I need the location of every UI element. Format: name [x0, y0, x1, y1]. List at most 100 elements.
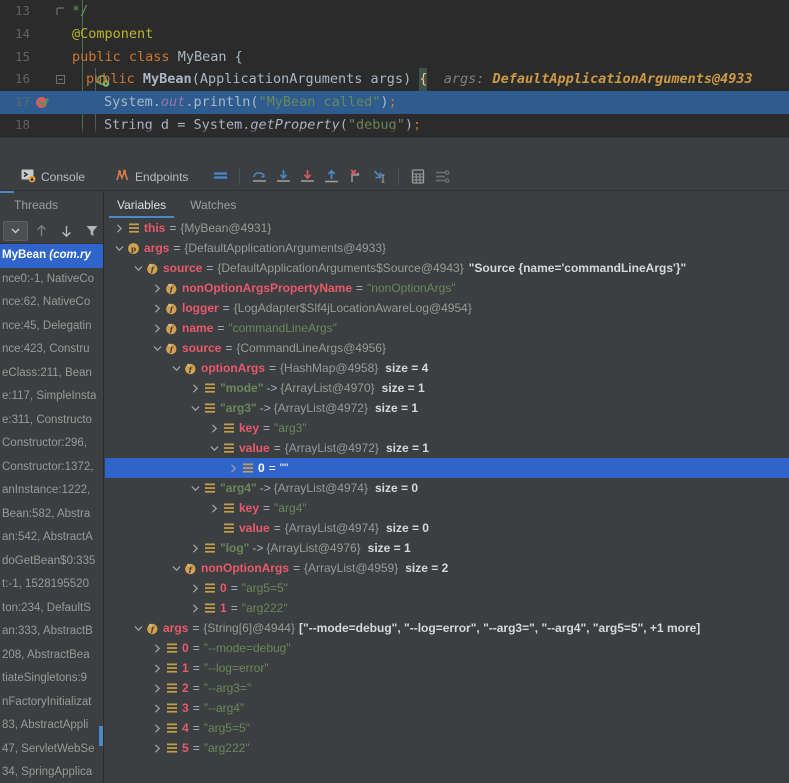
- variable-row[interactable]: 0 = "arg5=5": [105, 578, 789, 598]
- variable-row[interactable]: 0 = "": [105, 458, 789, 478]
- frame-row[interactable]: nce0:-1, NativeCo: [0, 268, 103, 292]
- chevron-down-icon[interactable]: [189, 478, 202, 498]
- editor-line[interactable]: 18 String d = System. getProperty("debug"…: [0, 114, 789, 137]
- editor-line[interactable]: 16 @ public MyBean(ApplicationArguments …: [0, 68, 789, 111]
- step-into-button[interactable]: [272, 166, 294, 188]
- code-editor[interactable]: 13 */ 14 @Component 15 public class MyBe…: [0, 0, 789, 137]
- chevron-right-icon[interactable]: [189, 538, 202, 558]
- variable-row[interactable]: "log" -> {ArrayList@4976} size = 1: [105, 538, 789, 558]
- frame-row[interactable]: 34, SpringApplica: [0, 761, 103, 783]
- variable-row[interactable]: 0 = "--mode=debug": [105, 638, 789, 658]
- variable-row[interactable]: 3 = "--arg4": [105, 698, 789, 718]
- layout-settings-icon[interactable]: [431, 166, 453, 188]
- chevron-right-icon[interactable]: [151, 698, 164, 718]
- chevron-right-icon[interactable]: [151, 298, 164, 318]
- soft-wrap-button[interactable]: [209, 166, 231, 188]
- chevron-right-icon[interactable]: [189, 598, 202, 618]
- frame-row[interactable]: eClass:211, Bean: [0, 362, 103, 386]
- editor-debugger-splitter[interactable]: [0, 137, 789, 163]
- variable-row[interactable]: value = {ArrayList@4974} size = 0: [105, 518, 789, 538]
- drop-frame-button[interactable]: [344, 166, 366, 188]
- frames-toolbar[interactable]: [0, 218, 103, 244]
- frame-row[interactable]: MyBean (com.ry: [0, 244, 103, 268]
- tab-variables[interactable]: Variables: [105, 191, 178, 218]
- variable-row[interactable]: "arg3" -> {ArrayList@4972} size = 1: [105, 398, 789, 418]
- frame-row[interactable]: nce:62, NativeCo: [0, 291, 103, 315]
- thread-selector-button[interactable]: [3, 220, 28, 241]
- variable-row[interactable]: 1 = "arg222": [105, 598, 789, 618]
- frame-row[interactable]: 208, AbstractBea: [0, 644, 103, 668]
- chevron-down-icon[interactable]: [132, 618, 145, 638]
- editor-line[interactable]: 13 */: [0, 0, 789, 23]
- variable-row[interactable]: 4 = "arg5=5": [105, 718, 789, 738]
- tab-endpoints[interactable]: Endpoints: [106, 163, 197, 191]
- chevron-right-icon[interactable]: [151, 678, 164, 698]
- variable-row[interactable]: this = {MyBean@4931}: [105, 218, 789, 238]
- breakpoint-verified-icon[interactable]: [36, 97, 47, 109]
- frames-list[interactable]: MyBean (com.ry nce0:-1, NativeCo nce:62, N…: [0, 244, 103, 783]
- chevron-right-icon[interactable]: [113, 218, 126, 238]
- tab-watches[interactable]: Watches: [178, 191, 248, 218]
- frame-row[interactable]: doGetBean$0:335: [0, 550, 103, 574]
- variable-row[interactable]: 5 = "arg222": [105, 738, 789, 758]
- step-over-button[interactable]: [248, 166, 270, 188]
- chevron-down-icon[interactable]: [113, 238, 126, 258]
- variable-row[interactable]: value = {ArrayList@4972} size = 1: [105, 438, 789, 458]
- frame-row[interactable]: an:542, AbstractA: [0, 526, 103, 550]
- fold-marker-start[interactable]: [53, 68, 67, 91]
- chevron-right-icon[interactable]: [208, 498, 221, 518]
- frame-row[interactable]: 47, ServletWebSe: [0, 738, 103, 762]
- frame-row[interactable]: tiateSingletons:9: [0, 667, 103, 691]
- variable-row[interactable]: f nonOptionArgsPropertyName = "nonOptionArg…: [105, 278, 789, 298]
- frame-row[interactable]: nce:45, Delegatin: [0, 315, 103, 339]
- threads-tab-container[interactable]: Threads: [0, 191, 104, 218]
- frame-row[interactable]: e:117, SimpleInsta: [0, 385, 103, 409]
- calculator-icon[interactable]: [407, 166, 429, 188]
- spring-bean-navigate-icon[interactable]: [32, 73, 109, 111]
- variable-row[interactable]: "arg4" -> {ArrayList@4974} size = 0: [105, 478, 789, 498]
- frames-up-button[interactable]: [30, 220, 53, 242]
- force-step-into-button[interactable]: [296, 166, 318, 188]
- editor-line[interactable]: 14 @Component: [0, 23, 789, 46]
- debugger-toolbar[interactable]: Console Endpoints: [0, 163, 789, 191]
- tab-console[interactable]: Console: [12, 163, 94, 191]
- chevron-down-icon[interactable]: [170, 558, 183, 578]
- variable-row[interactable]: p args = {DefaultApplicationArguments@4933}: [105, 238, 789, 258]
- frame-row[interactable]: an:333, AbstractB: [0, 620, 103, 644]
- chevron-down-icon[interactable]: [132, 258, 145, 278]
- filter-frames-button[interactable]: [80, 220, 103, 242]
- variable-row[interactable]: f args = {String[6]@4944} ["--mode=debug", "…: [105, 618, 789, 638]
- run-to-cursor-button[interactable]: [368, 166, 390, 188]
- variable-row[interactable]: f source = {DefaultApplicationArguments$Sou…: [105, 258, 789, 278]
- chevron-right-icon[interactable]: [227, 458, 240, 478]
- frame-row[interactable]: Bean:582, Abstra: [0, 503, 103, 527]
- chevron-down-icon[interactable]: [170, 358, 183, 378]
- debugger-panel-tabs[interactable]: Threads Variables Watches: [0, 191, 789, 218]
- chevron-down-icon[interactable]: [208, 438, 221, 458]
- frame-row[interactable]: anInstance:1222,: [0, 479, 103, 503]
- frame-row[interactable]: ton:234, DefaultS: [0, 597, 103, 621]
- frames-down-button[interactable]: [55, 220, 78, 242]
- chevron-right-icon[interactable]: [189, 378, 202, 398]
- chevron-right-icon[interactable]: [151, 658, 164, 678]
- frame-row[interactable]: 83, AbstractAppli: [0, 714, 103, 738]
- variable-row[interactable]: key = "arg4": [105, 498, 789, 518]
- variable-row[interactable]: f name = "commandLineArgs": [105, 318, 789, 338]
- variables-tabs-container[interactable]: Variables Watches: [105, 191, 789, 218]
- frames-panel[interactable]: MyBean (com.ry nce0:-1, NativeCo nce:62, N…: [0, 218, 104, 783]
- chevron-down-icon[interactable]: [189, 398, 202, 418]
- spring-bean-icon[interactable]: [32, 50, 110, 88]
- chevron-right-icon[interactable]: [151, 278, 164, 298]
- variables-tree[interactable]: this = {MyBean@4931} p args = {DefaultApplicat…: [105, 218, 789, 783]
- frame-row[interactable]: nFactoryInitializat: [0, 691, 103, 715]
- gutter-icons[interactable]: [32, 46, 110, 88]
- variable-row[interactable]: f optionArgs = {HashMap@4958} size = 4: [105, 358, 789, 378]
- step-out-button[interactable]: [320, 166, 342, 188]
- chevron-right-icon[interactable]: [151, 638, 164, 658]
- frame-row[interactable]: nce:423, Constru: [0, 338, 103, 362]
- variable-row[interactable]: "mode" -> {ArrayList@4970} size = 1: [105, 378, 789, 398]
- chevron-right-icon[interactable]: [208, 418, 221, 438]
- frame-row[interactable]: Constructor:296,: [0, 432, 103, 456]
- frames-scrollbar[interactable]: [99, 726, 103, 746]
- chevron-right-icon[interactable]: [151, 318, 164, 338]
